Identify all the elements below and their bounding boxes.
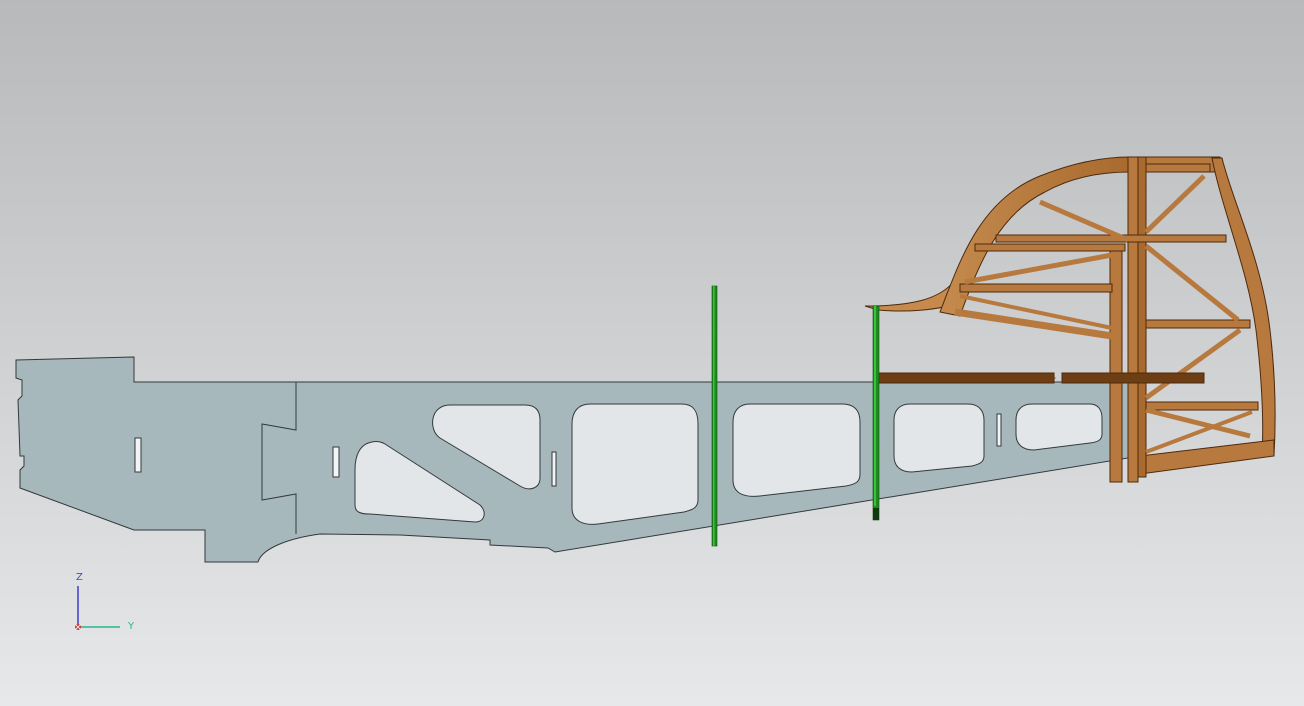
cad-graphics-viewport[interactable]: Z Y <box>0 0 1304 706</box>
rudder-post <box>1137 156 1147 478</box>
fin-spar <box>1109 245 1123 483</box>
stabilizer-spar <box>877 372 1055 384</box>
slot <box>551 451 557 487</box>
fin-rib <box>1145 163 1211 173</box>
z-axis-label: Z <box>76 572 83 583</box>
viewport-background <box>0 0 1304 706</box>
fin-rib <box>1145 319 1251 329</box>
lightening-hole <box>571 403 699 525</box>
green-rod-highlight <box>713 286 715 546</box>
axis-triad-graphic <box>75 586 120 630</box>
lightening-hole <box>893 403 985 473</box>
lightening-hole <box>732 403 861 497</box>
lightening-hole <box>1015 403 1103 451</box>
fin-rib <box>974 243 1126 252</box>
fin-rib <box>959 283 1113 293</box>
fin-rib <box>1145 401 1259 411</box>
fin-rib <box>995 234 1227 243</box>
cad-model-view[interactable] <box>0 0 1304 706</box>
y-axis-label: Y <box>128 621 135 632</box>
green-rod-highlight <box>874 306 876 506</box>
slot <box>134 437 142 473</box>
slot <box>332 446 340 478</box>
fin-spar <box>1127 156 1139 483</box>
slot <box>996 413 1002 447</box>
green-rod-end <box>873 508 879 520</box>
stabilizer-spar <box>1061 372 1205 384</box>
axis-triad: Z Y <box>60 570 150 640</box>
